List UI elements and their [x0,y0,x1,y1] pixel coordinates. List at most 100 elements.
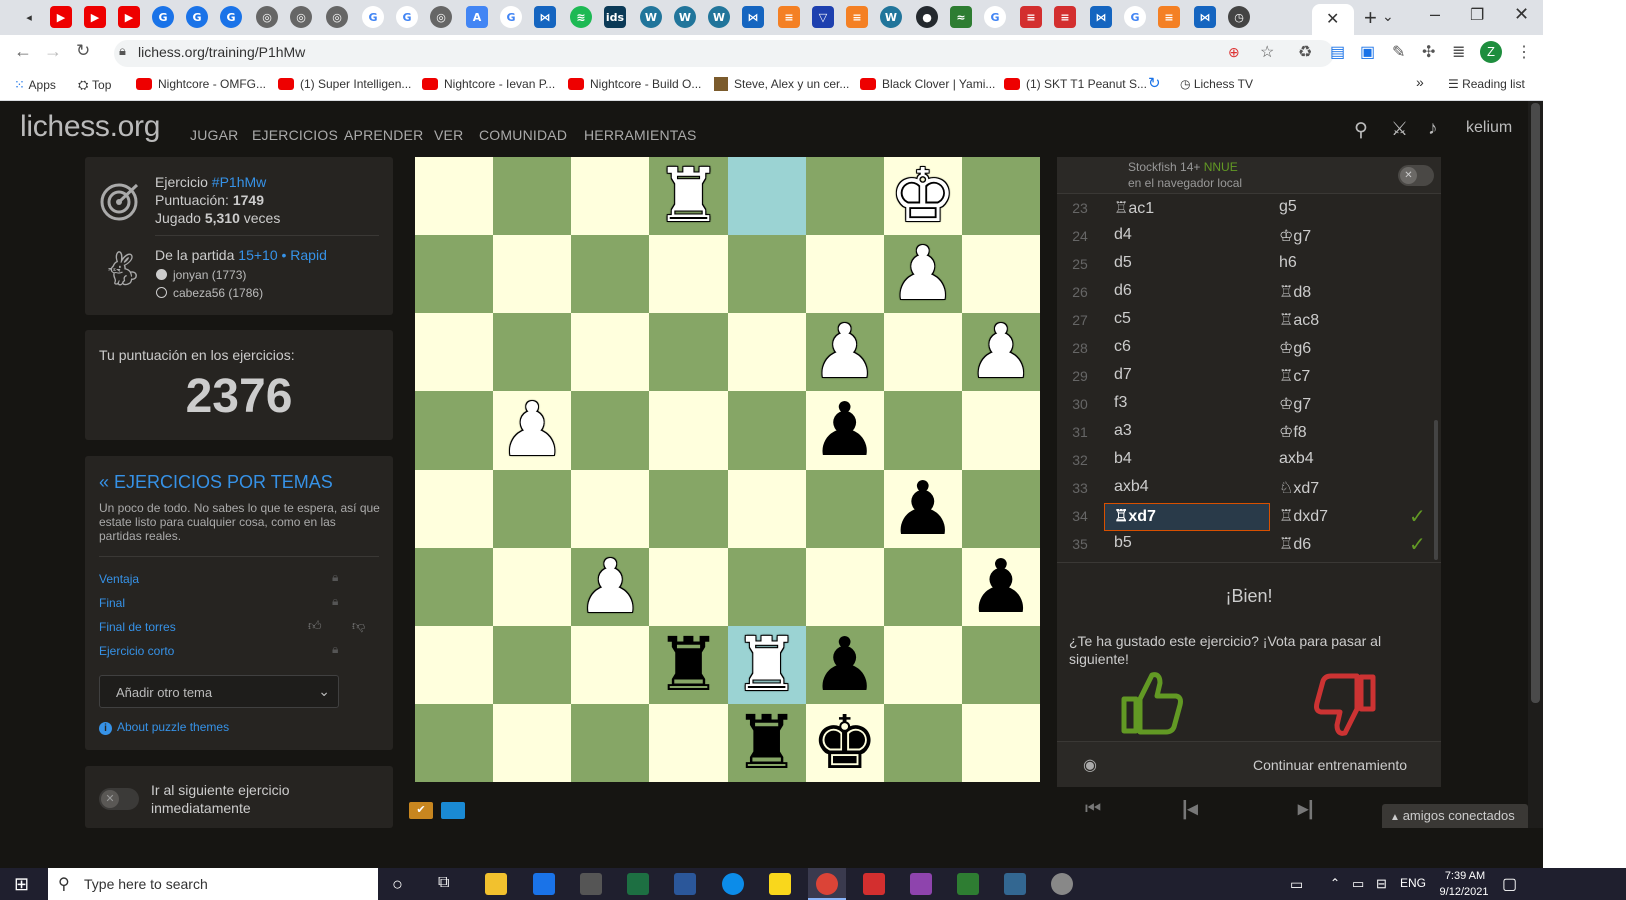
board-color-blue-icon[interactable] [441,802,465,819]
clock-time[interactable]: 7:39 AM [1439,870,1491,882]
forward-icon[interactable]: → [44,41,62,62]
ids-tab-icon[interactable]: ids [604,6,626,28]
square-h6[interactable] [415,547,494,626]
vercel-tab-icon[interactable]: ▽ [812,6,834,28]
nav-jugar[interactable]: JUGAR [190,127,238,143]
google-tab-icon[interactable]: G [1124,6,1146,28]
black-pawn-c7[interactable]: ♟ [806,626,884,704]
square-a5[interactable] [961,469,1040,548]
notifications-icon[interactable]: ▢ [1502,874,1517,894]
wordpress-tab-icon[interactable]: W [880,6,902,28]
minimize-icon[interactable]: – [1430,4,1440,25]
translate-tab-icon[interactable]: A [466,6,488,28]
square-e6[interactable] [649,547,728,626]
friends-online-button[interactable]: ▲ amigos conectados [1382,804,1528,828]
nav-aprender[interactable]: APRENDER [344,127,423,143]
square-f4[interactable] [571,391,650,470]
white-pawn-a3[interactable]: ♟ [962,313,1040,391]
bookmark-4[interactable]: Nightcore - Build O... [568,77,701,91]
move-black[interactable]: ♖dxd7 [1279,506,1328,526]
wordpress-tab-icon[interactable]: W [708,6,730,28]
square-b3[interactable] [883,313,962,392]
black-pawn-c4[interactable]: ♟ [806,391,884,469]
maximize-icon[interactable]: ❐ [1470,5,1484,25]
move-black[interactable]: g5 [1279,198,1297,216]
move-white[interactable]: b5 [1114,534,1132,552]
game-link[interactable]: 15+10 • Rapid [238,247,327,263]
black-player[interactable]: cabeza56 (1786) [156,286,263,300]
move-black[interactable]: ♔f8 [1279,422,1307,442]
next-move-icon[interactable]: ▸| [1298,796,1314,821]
previous-move-icon[interactable]: |◂ [1182,796,1198,821]
white-player[interactable]: jonyan (1773) [156,268,246,282]
square-a2[interactable] [961,235,1040,314]
chessboard[interactable]: 1 2 3 4 5 6 7 8 h g f e d c b a ♚ ♜ ♟ ♟ ♟ ♟ ♟ ♟ ♟ ♟ ♟ ♜ ♜ ♚ ♜ [415,157,1040,782]
google-tab-icon[interactable]: G [186,6,208,28]
move-black[interactable]: ♔g7 [1279,226,1311,246]
lichess-tab-icon[interactable]: ◷ [1228,6,1250,28]
thumbs-up-icon[interactable] [1120,669,1184,735]
square-e8[interactable] [649,703,728,782]
bookmark-star-icon[interactable]: ☆ [1260,42,1274,62]
url-text[interactable]: lichess.org/training/P1hMw [138,44,305,60]
black-king-c8[interactable]: ♚ [806,704,884,782]
move-white[interactable]: d7 [1114,366,1132,384]
board-color-orange-icon[interactable]: ✔ [409,802,433,819]
move-black[interactable]: ♖c7 [1279,366,1310,386]
square-g5[interactable] [493,469,572,548]
square-f1[interactable] [571,157,650,236]
extensions-puzzle-icon[interactable]: ✣ [1422,42,1435,62]
square-d1[interactable] [727,157,806,236]
black-pawn-b5[interactable]: ♟ [884,470,962,548]
white-king-b1[interactable]: ♚ [884,157,962,235]
square-c6[interactable] [805,547,884,626]
bookmark-top[interactable]: ⛭ Top [78,77,111,93]
move-white[interactable]: b4 [1114,450,1132,468]
clock-date[interactable]: 9/12/2021 [1433,886,1495,898]
stackoverflow-tab-icon[interactable]: ≡ [1158,6,1180,28]
cortana-icon[interactable]: ○ [392,874,403,895]
bowtie-tab-icon[interactable]: ⋈ [534,6,556,28]
globe-tab-icon[interactable]: ◎ [256,6,278,28]
media-queue-icon[interactable]: ≣ [1452,42,1465,62]
youtube-tab-icon[interactable]: ▶ [50,6,72,28]
theme-vote-up-icon[interactable]: 👍︎ [308,618,322,634]
white-pawn-f6[interactable]: ♟ [571,548,649,626]
tray-chevron-icon[interactable]: ⌃ [1330,876,1340,890]
move-white[interactable]: a3 [1114,422,1132,440]
first-move-icon[interactable]: ⏮ [1085,798,1101,819]
square-f5[interactable] [571,469,650,548]
store-icon[interactable] [580,873,602,895]
thumbs-down-icon[interactable] [1313,673,1377,739]
translate-icon[interactable]: ⊕ [1228,44,1240,61]
lock-icon[interactable]: 🔒︎ [119,43,126,59]
page-scrollbar[interactable] [1528,101,1543,828]
search-icon[interactable]: ⚲ [1354,119,1368,142]
stackoverflow-tab-icon[interactable]: ≡ [846,6,868,28]
move-black[interactable]: ♖ac8 [1279,310,1319,330]
word-icon[interactable] [674,873,696,895]
battery-icon[interactable]: ▭ [1352,876,1364,892]
sticky-notes-icon[interactable] [769,873,791,895]
square-b4[interactable] [883,391,962,470]
square-f8[interactable] [571,703,650,782]
close-tab-icon[interactable]: ✕ [1326,9,1339,29]
google-tab-icon[interactable]: G [396,6,418,28]
square-c2[interactable] [805,235,884,314]
more-bookmarks-icon[interactable]: » [1416,74,1424,90]
vim-icon[interactable] [957,873,979,895]
move-list-scrollbar[interactable] [1434,420,1438,560]
mail-icon[interactable] [533,873,555,895]
move-white[interactable]: f3 [1114,394,1127,412]
black-pawn-a6[interactable]: ♟ [962,548,1040,626]
move-black[interactable]: ♘xd7 [1279,478,1319,498]
reload-icon[interactable]: ↻ [76,41,90,61]
move-white[interactable]: ♖ac1 [1114,198,1154,218]
extension-pen-icon[interactable]: ✎ [1392,42,1405,62]
square-d3[interactable] [727,313,806,392]
bowtie-tab-icon[interactable]: ⋈ [1090,6,1112,28]
stack-tab-icon[interactable]: ≡ [1054,6,1076,28]
github-tab-icon[interactable]: ● [916,6,938,28]
square-h1[interactable] [415,157,494,236]
white-rook-e1[interactable]: ♜ [649,157,727,235]
